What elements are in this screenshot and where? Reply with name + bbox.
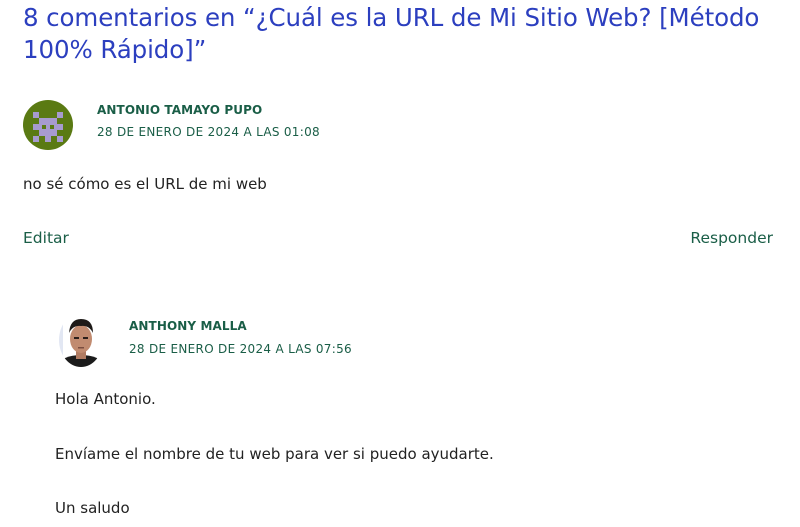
edit-link[interactable]: Editar <box>23 229 69 247</box>
comment-date[interactable]: 28 DE ENERO DE 2024 A LAS 07:56 <box>129 342 352 356</box>
reply-link[interactable]: Responder <box>690 229 773 247</box>
avatar <box>59 313 103 367</box>
comment-text: no sé cómo es el URL de mi web <box>23 175 267 193</box>
user-photo-avatar <box>59 313 103 367</box>
comment-author[interactable]: ANTONIO TAMAYO PUPO <box>97 103 262 117</box>
pixel-identicon-icon <box>23 100 73 150</box>
comment-paragraph: Un saludo <box>55 499 130 517</box>
comment-date[interactable]: 28 DE ENERO DE 2024 A LAS 01:08 <box>97 125 320 139</box>
comment-paragraph: Hola Antonio. <box>55 390 156 408</box>
comment-author[interactable]: ANTHONY MALLA <box>129 319 247 333</box>
avatar <box>23 100 73 150</box>
comments-heading: 8 comentarios en “¿Cuál es la URL de Mi … <box>23 3 760 64</box>
comment-paragraph: Envíame el nombre de tu web para ver si … <box>55 445 494 463</box>
